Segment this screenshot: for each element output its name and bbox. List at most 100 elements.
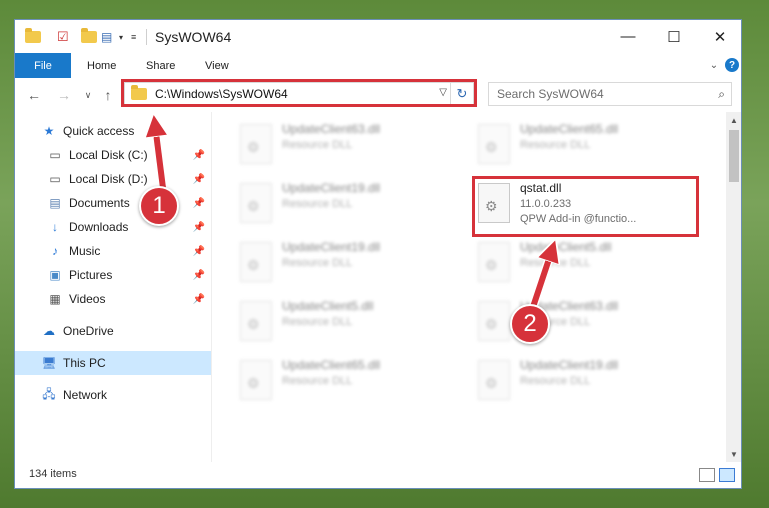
back-arrow-icon[interactable]: ← bbox=[25, 86, 43, 104]
file-type: Resource DLL bbox=[282, 316, 353, 328]
file-tile[interactable]: UpdateClient65.dll Resource DLL bbox=[236, 356, 466, 404]
tab-view[interactable]: View bbox=[205, 53, 229, 78]
file-tile[interactable]: UpdateClient19.dll Resource DLL bbox=[474, 356, 704, 404]
star-icon: ★ bbox=[43, 124, 55, 138]
file-type: Resource DLL bbox=[520, 257, 591, 269]
file-type: Resource DLL bbox=[282, 257, 353, 269]
sidebar-item-downloads[interactable]: ↓ Downloads 📌 bbox=[15, 215, 211, 239]
file-tile[interactable]: UpdateClient65.dll Resource DLL bbox=[474, 120, 704, 168]
expand-ribbon-icon[interactable]: ⌄ bbox=[707, 58, 721, 72]
sidebar-item-label: OneDrive bbox=[63, 324, 114, 338]
sidebar-item-quick-access[interactable]: ★ Quick access bbox=[15, 119, 211, 143]
pin-icon[interactable]: 📌 bbox=[193, 174, 205, 185]
help-icon[interactable]: ? bbox=[725, 58, 739, 72]
cloud-icon: ☁ bbox=[43, 324, 55, 338]
sidebar-item-label: Local Disk (C:) bbox=[69, 148, 148, 162]
dll-file-icon bbox=[240, 183, 272, 223]
sidebar-item-label: Documents bbox=[69, 196, 130, 210]
forward-arrow-icon[interactable]: → bbox=[55, 86, 73, 104]
network-icon: 🖧 bbox=[42, 386, 56, 401]
minimize-button[interactable]: — bbox=[605, 20, 651, 53]
tab-share[interactable]: Share bbox=[146, 53, 175, 78]
vertical-scrollbar[interactable]: ▲ ▼ bbox=[726, 112, 741, 462]
pin-icon[interactable]: 📌 bbox=[193, 198, 205, 209]
file-highlight-box bbox=[472, 176, 699, 237]
documents-icon: ▤ bbox=[49, 196, 61, 210]
dll-file-icon bbox=[478, 360, 510, 400]
file-tile[interactable]: UpdateClient63.dll Resource DLL bbox=[474, 297, 704, 345]
file-tile[interactable]: UpdateClient63.dll Resource DLL bbox=[236, 120, 466, 168]
large-icons-view-icon[interactable] bbox=[719, 468, 735, 482]
pin-icon[interactable]: 📌 bbox=[193, 270, 205, 281]
file-tile[interactable]: UpdateClient19.dll Resource DLL bbox=[236, 179, 466, 227]
file-type: Resource DLL bbox=[520, 375, 591, 387]
sidebar-item-local-disk-c[interactable]: ▭ Local Disk (C:) 📌 bbox=[15, 143, 211, 167]
pin-icon[interactable]: 📌 bbox=[193, 222, 205, 233]
maximize-button[interactable]: ☐ bbox=[651, 20, 697, 53]
file-type: Resource DLL bbox=[282, 139, 353, 151]
file-name: UpdateClient5.dll bbox=[520, 240, 612, 254]
file-name: UpdateClient19.dll bbox=[282, 181, 381, 195]
file-name: UpdateClient5.dll bbox=[282, 299, 374, 313]
sidebar-item-label: Local Disk (D:) bbox=[69, 172, 148, 186]
drive-icon: ▭ bbox=[49, 172, 61, 186]
file-tile[interactable]: UpdateClient19.dll Resource DLL bbox=[236, 238, 466, 286]
sidebar-item-videos[interactable]: ▦ Videos 📌 bbox=[15, 287, 211, 311]
sidebar-item-label: This PC bbox=[63, 356, 106, 370]
window-title: SysWOW64 bbox=[155, 29, 232, 45]
view-options-icon[interactable]: ▤ bbox=[101, 28, 112, 46]
music-icon: ♪ bbox=[52, 244, 58, 258]
dll-file-icon bbox=[240, 360, 272, 400]
dll-file-icon bbox=[478, 242, 510, 282]
title-separator bbox=[146, 29, 147, 45]
scrollbar-thumb[interactable] bbox=[729, 130, 739, 182]
tab-file[interactable]: File bbox=[15, 53, 71, 78]
sidebar-item-label: Pictures bbox=[69, 268, 113, 282]
file-tile[interactable]: UpdateClient5.dll Resource DLL bbox=[474, 238, 704, 286]
sidebar-item-documents[interactable]: ▤ Documents 📌 bbox=[15, 191, 211, 215]
pin-icon[interactable]: 📌 bbox=[193, 294, 205, 305]
scroll-up-icon[interactable]: ▲ bbox=[726, 112, 741, 128]
sidebar-item-label: Quick access bbox=[63, 124, 135, 138]
tab-home[interactable]: Home bbox=[87, 53, 116, 78]
search-box[interactable]: Search SysWOW64 ⌕ bbox=[488, 82, 732, 106]
recent-locations-icon[interactable]: ∨ bbox=[79, 86, 97, 104]
file-type: Resource DLL bbox=[282, 198, 353, 210]
file-name: UpdateClient65.dll bbox=[282, 358, 381, 372]
step-2-badge: 2 bbox=[510, 304, 550, 344]
folder-icon bbox=[25, 28, 41, 46]
chevron-down-icon[interactable]: ▾ bbox=[119, 28, 123, 46]
computer-icon: 🖥 bbox=[41, 356, 57, 370]
pin-icon[interactable]: 📌 bbox=[193, 150, 205, 161]
new-folder-icon[interactable] bbox=[81, 28, 97, 46]
scroll-down-icon[interactable]: ▼ bbox=[726, 446, 741, 462]
details-view-icon[interactable] bbox=[699, 468, 715, 482]
sidebar-item-music[interactable]: ♪ Music 📌 bbox=[15, 239, 211, 263]
sidebar-item-label: Network bbox=[63, 388, 108, 402]
sidebar-item-this-pc[interactable]: 🖥 This PC bbox=[15, 351, 211, 375]
file-tile[interactable]: UpdateClient5.dll Resource DLL bbox=[236, 297, 466, 345]
sidebar-item-local-disk-d[interactable]: ▭ Local Disk (D:) 📌 bbox=[15, 167, 211, 191]
search-input[interactable]: Search SysWOW64 bbox=[497, 87, 604, 101]
file-name: UpdateClient19.dll bbox=[282, 240, 381, 254]
sidebar-item-label: Music bbox=[69, 244, 101, 258]
customize-toolbar-icon[interactable]: ≡ bbox=[131, 28, 136, 46]
step-1-badge: 1 bbox=[139, 186, 179, 226]
sidebar-item-network[interactable]: 🖧 Network bbox=[15, 383, 211, 407]
navigation-pane: ★ Quick access ▭ Local Disk (C:) 📌 ▭ Loc… bbox=[15, 112, 212, 462]
up-arrow-icon[interactable]: ↑ bbox=[99, 86, 117, 104]
address-highlight-box bbox=[121, 79, 477, 107]
sidebar-item-pictures[interactable]: ▣ Pictures 📌 bbox=[15, 263, 211, 287]
dll-file-icon bbox=[478, 124, 510, 164]
file-type: Resource DLL bbox=[520, 139, 591, 151]
sidebar-item-label: Videos bbox=[69, 292, 106, 306]
search-icon: ⌕ bbox=[718, 87, 725, 101]
properties-icon[interactable]: ☑ bbox=[57, 28, 69, 46]
pin-icon[interactable]: 📌 bbox=[193, 246, 205, 257]
title-bar: ☑ ▤ ▾ ≡ SysWOW64 — ☐ ✕ bbox=[15, 20, 741, 53]
dll-file-icon bbox=[240, 301, 272, 341]
close-button[interactable]: ✕ bbox=[697, 20, 741, 53]
sidebar-item-onedrive[interactable]: ☁ OneDrive bbox=[15, 319, 211, 343]
videos-icon: ▦ bbox=[49, 292, 61, 306]
file-type: Resource DLL bbox=[282, 375, 353, 387]
